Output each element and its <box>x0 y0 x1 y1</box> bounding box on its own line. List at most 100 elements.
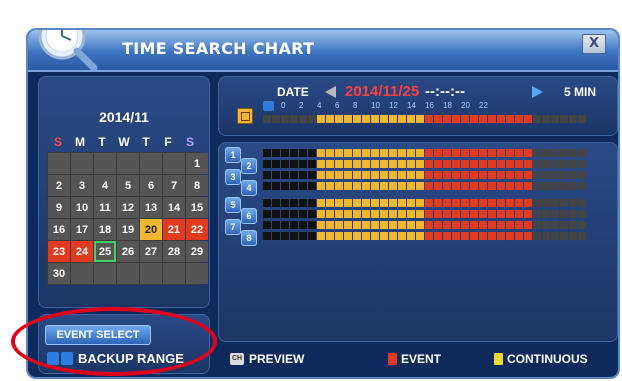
timeline-segment[interactable] <box>398 115 406 123</box>
timeline-segment[interactable] <box>299 210 307 218</box>
timeline-segment[interactable] <box>470 182 478 190</box>
timeline-segment[interactable] <box>488 115 496 123</box>
rewind-icon[interactable] <box>263 101 274 111</box>
timeline-segment[interactable] <box>272 160 280 168</box>
timeline-segment[interactable] <box>281 171 289 179</box>
timeline-segment[interactable] <box>560 160 568 168</box>
timeline-segment[interactable] <box>533 221 541 229</box>
timeline-segment[interactable] <box>434 171 442 179</box>
timeline-segment[interactable] <box>272 199 280 207</box>
timeline-segment[interactable] <box>371 182 379 190</box>
timeline-segment[interactable] <box>326 149 334 157</box>
timeline-segment[interactable] <box>479 149 487 157</box>
timeline-segment[interactable] <box>353 115 361 123</box>
timeline-segment[interactable] <box>452 221 460 229</box>
calendar-day-9[interactable]: 9 <box>48 197 70 218</box>
timeline-segment[interactable] <box>569 210 577 218</box>
timeline-segment[interactable] <box>533 171 541 179</box>
timeline-segment[interactable] <box>533 160 541 168</box>
timeline-segment[interactable] <box>389 199 397 207</box>
timeline-segment[interactable] <box>308 160 316 168</box>
timeline-segment[interactable] <box>281 149 289 157</box>
timeline-segment[interactable] <box>578 171 586 179</box>
timeline-segment[interactable] <box>533 115 541 123</box>
timeline-segment[interactable] <box>407 210 415 218</box>
calendar-day-28[interactable]: 28 <box>163 241 185 262</box>
timeline-segment[interactable] <box>290 160 298 168</box>
timeline-segment[interactable] <box>335 115 343 123</box>
timeline-segment[interactable] <box>443 232 451 240</box>
timeline-segment[interactable] <box>551 182 559 190</box>
timeline-segment[interactable] <box>443 221 451 229</box>
next-date-icon[interactable] <box>532 86 543 98</box>
timeline-segment[interactable] <box>272 149 280 157</box>
timeline-segment[interactable] <box>326 160 334 168</box>
timeline-segment[interactable] <box>479 210 487 218</box>
timeline-segment[interactable] <box>299 171 307 179</box>
timeline-segment[interactable] <box>317 210 325 218</box>
timeline-segment[interactable] <box>416 232 424 240</box>
timeline-segment[interactable] <box>506 115 514 123</box>
timeline-segment[interactable] <box>434 199 442 207</box>
timeline-segment[interactable] <box>416 171 424 179</box>
timeline-segment[interactable] <box>569 171 577 179</box>
timeline-segment[interactable] <box>515 210 523 218</box>
timeline-segment[interactable] <box>479 171 487 179</box>
timeline-segment[interactable] <box>425 171 433 179</box>
timeline-segment[interactable] <box>551 221 559 229</box>
timeline-segment[interactable] <box>560 232 568 240</box>
timeline-segment[interactable] <box>290 232 298 240</box>
timeline-segment[interactable] <box>425 149 433 157</box>
timeline-segment[interactable] <box>434 232 442 240</box>
timeline-segment[interactable] <box>434 149 442 157</box>
timeline-segment[interactable] <box>506 149 514 157</box>
timeline-segment[interactable] <box>326 115 334 123</box>
timeline-segment[interactable] <box>434 115 442 123</box>
timeline-segment[interactable] <box>461 199 469 207</box>
timeline-segment[interactable] <box>479 160 487 168</box>
timeline-segment[interactable] <box>389 182 397 190</box>
timeline-segment[interactable] <box>533 199 541 207</box>
prev-date-icon[interactable] <box>325 86 336 98</box>
calendar-day-8[interactable]: 8 <box>186 175 208 196</box>
timeline-segment[interactable] <box>506 199 514 207</box>
calendar-day-20[interactable]: 20 <box>140 219 162 240</box>
timeline-segment[interactable] <box>371 160 379 168</box>
timeline-segment[interactable] <box>542 160 550 168</box>
timeline-segment[interactable] <box>425 199 433 207</box>
timeline-segment[interactable] <box>389 232 397 240</box>
timeline-segment[interactable] <box>515 149 523 157</box>
timeline-segment[interactable] <box>515 199 523 207</box>
timeline-segment[interactable] <box>344 232 352 240</box>
timeline-segment[interactable] <box>497 221 505 229</box>
timeline-segment[interactable] <box>272 115 280 123</box>
timeline-segment[interactable] <box>515 160 523 168</box>
timeline-segment[interactable] <box>380 171 388 179</box>
timeline-segment[interactable] <box>263 115 271 123</box>
timeline-segment[interactable] <box>389 149 397 157</box>
timeline-segment[interactable] <box>578 199 586 207</box>
timeline-segment[interactable] <box>443 210 451 218</box>
timeline-segment[interactable] <box>542 221 550 229</box>
timeline-segment[interactable] <box>515 171 523 179</box>
calendar-day-5[interactable]: 5 <box>117 175 139 196</box>
timeline-segment[interactable] <box>317 160 325 168</box>
timeline-segment[interactable] <box>353 221 361 229</box>
timeline-segment[interactable] <box>308 232 316 240</box>
timeline-segment[interactable] <box>488 171 496 179</box>
timeline-segment[interactable] <box>452 160 460 168</box>
timeline-segment[interactable] <box>344 221 352 229</box>
timeline-segment[interactable] <box>515 115 523 123</box>
timeline-segment[interactable] <box>479 115 487 123</box>
timeline-segment[interactable] <box>524 115 532 123</box>
timeline-segment[interactable] <box>281 160 289 168</box>
timeline-segment[interactable] <box>578 182 586 190</box>
timeline-segment[interactable] <box>407 149 415 157</box>
timeline-segment[interactable] <box>398 182 406 190</box>
timeline-segment[interactable] <box>497 160 505 168</box>
timeline-segment[interactable] <box>416 115 424 123</box>
timeline-segment[interactable] <box>317 149 325 157</box>
timeline-segment[interactable] <box>551 115 559 123</box>
timeline-segment[interactable] <box>290 182 298 190</box>
timeline-segment[interactable] <box>497 115 505 123</box>
